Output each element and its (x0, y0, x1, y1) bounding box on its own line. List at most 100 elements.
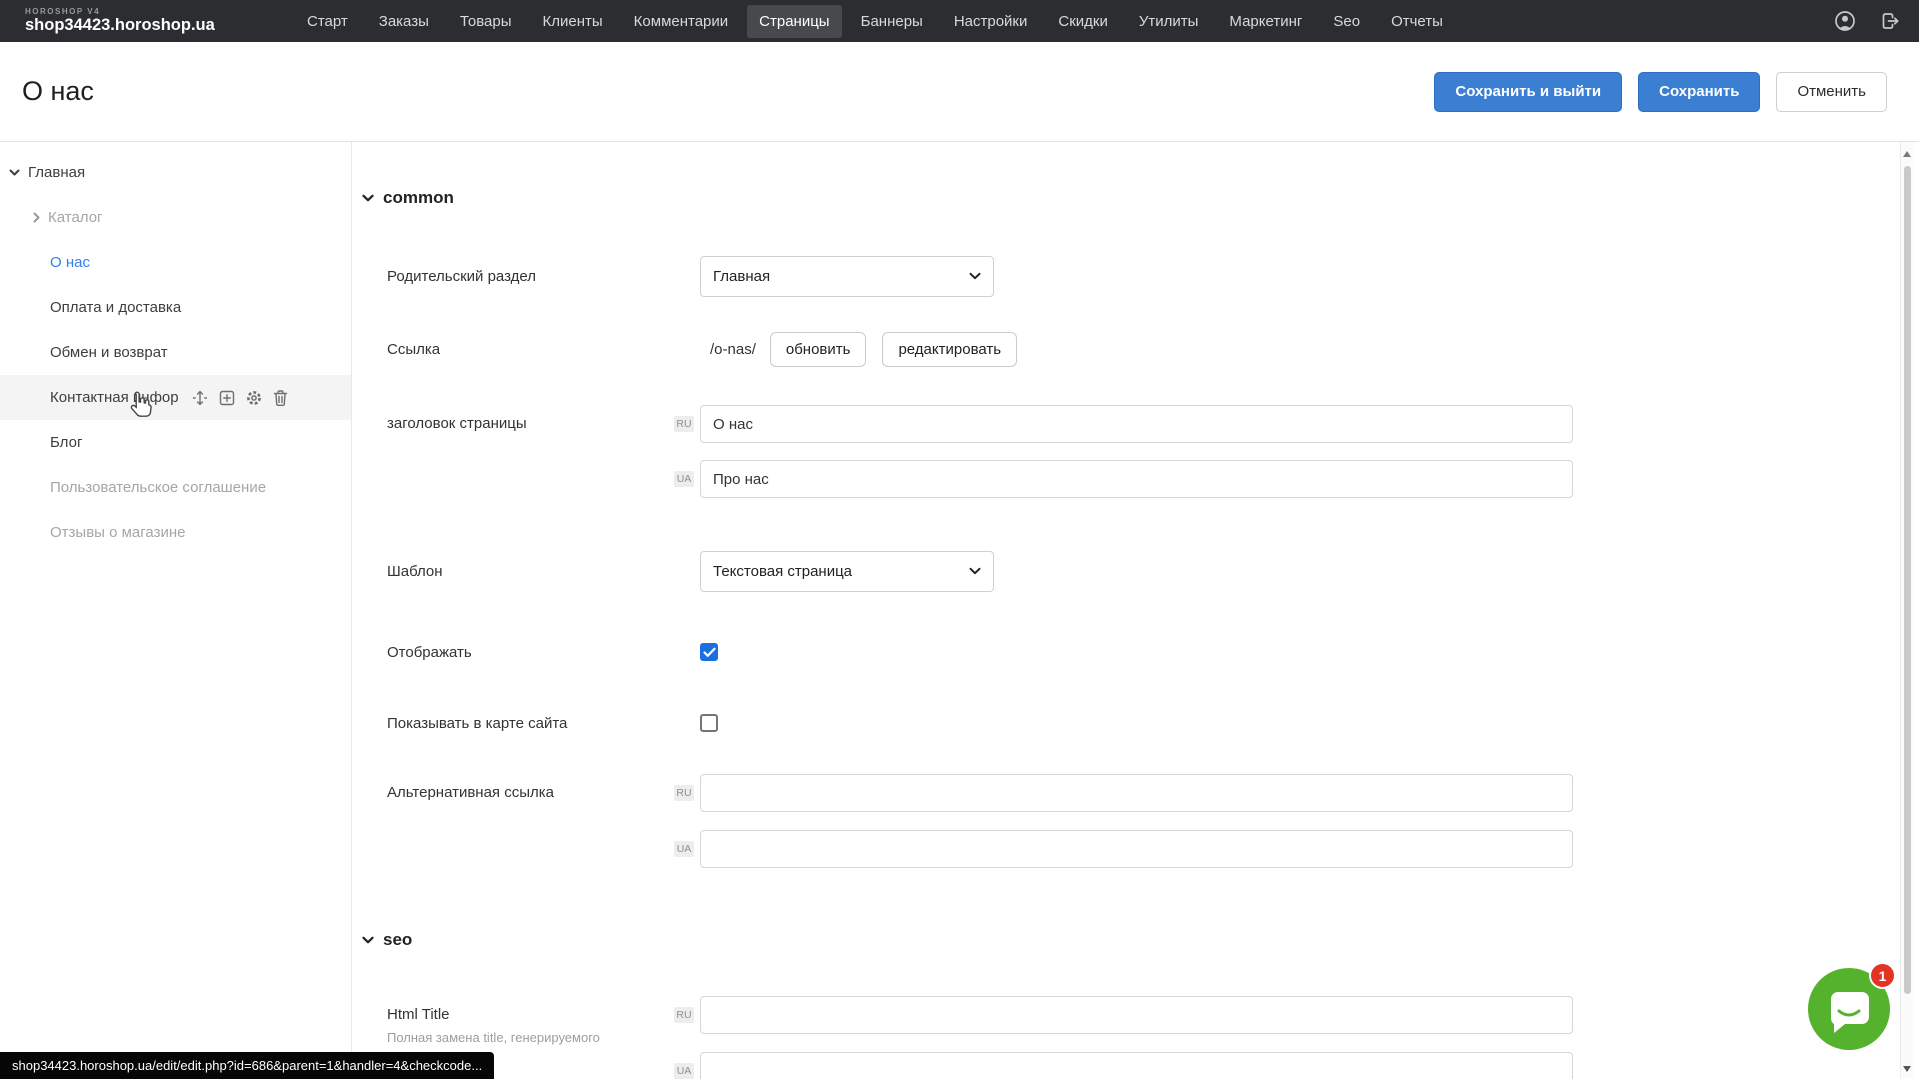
alt-link-label: Альтернативная ссылка (387, 774, 674, 868)
tree-item-actions (191, 389, 289, 407)
scrollbar-thumb[interactable] (1904, 166, 1911, 994)
parent-section-label: Родительский раздел (387, 268, 674, 285)
scroll-up-arrow[interactable] (1903, 151, 1911, 157)
sidebar-item-glavnaya[interactable]: Главная (0, 150, 351, 195)
parent-section-select[interactable]: Главная (700, 256, 994, 297)
sidebar-item-label: Главная (28, 164, 85, 181)
horoshop-admin-page: HOROSHOP V4 shop34423.horoshop.ua Старт … (0, 0, 1919, 1079)
sidebar-item-katalog[interactable]: Каталог (0, 195, 351, 240)
menu-item-pages[interactable]: Страницы (747, 5, 841, 38)
html-title-ru-input[interactable] (700, 996, 1573, 1034)
display-checkbox[interactable] (700, 643, 718, 661)
lang-tag-ru: RU (674, 1007, 694, 1024)
alt-link-ua-input[interactable] (700, 830, 1573, 868)
sidebar-item-label: Каталог (48, 209, 103, 226)
menu-item-settings[interactable]: Настройки (942, 5, 1040, 38)
menu-item-products[interactable]: Товары (448, 5, 524, 38)
page-edit-form: common Родительский раздел Главная Ссылк… (352, 142, 1900, 1079)
shop-domain-label: shop34423.horoshop.ua (25, 17, 275, 34)
select-value: Текстовая страница (713, 563, 969, 580)
chat-widget-button[interactable]: 1 (1808, 968, 1890, 1050)
section-header-common[interactable]: common (352, 188, 1900, 208)
sidebar-item-otzyvy-o-magazine[interactable]: Отзывы о магазине (0, 510, 351, 555)
menu-item-reports[interactable]: Отчеты (1379, 5, 1455, 38)
page-header: О нас Сохранить и выйти Сохранить Отмени… (0, 42, 1919, 142)
account-icon[interactable] (1834, 10, 1856, 32)
sidebar-item-label: Обмен и возврат (50, 344, 168, 361)
lang-tag-ru: RU (674, 785, 694, 802)
menu-item-banners[interactable]: Баннеры (849, 5, 935, 38)
vertical-scrollbar[interactable] (1900, 142, 1913, 1079)
page-title-ru-input[interactable] (700, 405, 1573, 443)
chevron-down-icon (362, 194, 374, 202)
sidebar-item-o-nas[interactable]: О нас (0, 240, 351, 285)
chevron-right-icon[interactable] (33, 212, 40, 223)
header-actions: Сохранить и выйти Сохранить Отменить (1434, 72, 1887, 112)
lang-tag-ua: UA (674, 1063, 694, 1079)
chevron-down-icon[interactable] (9, 169, 20, 176)
save-button[interactable]: Сохранить (1638, 72, 1760, 112)
sitemap-label: Показывать в карте сайта (387, 715, 674, 732)
top-navigation-bar: HOROSHOP V4 shop34423.horoshop.ua Старт … (0, 0, 1919, 42)
template-label: Шаблон (387, 563, 674, 580)
menu-item-seo[interactable]: Seo (1321, 5, 1372, 38)
sidebar-item-oplata-i-dostavka[interactable]: Оплата и доставка (0, 285, 351, 330)
pages-tree: Главная Каталог О нас Оплата и доставка … (0, 142, 351, 555)
html-title-ua-input[interactable] (700, 1052, 1573, 1079)
page-title: О нас (22, 76, 94, 107)
menu-item-start[interactable]: Старт (295, 5, 360, 38)
link-edit-button[interactable]: редактировать (882, 332, 1017, 367)
delete-trash-icon[interactable] (272, 389, 289, 407)
menu-item-clients[interactable]: Клиенты (531, 5, 615, 38)
topbar-right-icons (1834, 10, 1901, 32)
brand-logo[interactable]: HOROSHOP V4 shop34423.horoshop.ua (25, 8, 275, 34)
link-label: Ссылка (387, 341, 674, 358)
sidebar-item-label: Пользовательское соглашение (50, 479, 266, 496)
lang-tag-ua: UA (674, 841, 694, 858)
lang-tag-ua: UA (674, 471, 694, 488)
link-refresh-button[interactable]: обновить (770, 332, 867, 367)
sitemap-checkbox[interactable] (700, 714, 718, 732)
settings-gear-icon[interactable] (245, 389, 263, 407)
sidebar-item-polzovatelskoe-soglashenie[interactable]: Пользовательское соглашение (0, 465, 351, 510)
chat-unread-badge: 1 (1869, 962, 1896, 989)
section-title: common (383, 188, 454, 208)
lang-tag-ru: RU (674, 416, 694, 433)
page-title-ua-input[interactable] (700, 460, 1573, 498)
menu-item-orders[interactable]: Заказы (367, 5, 441, 38)
sidebar-item-label: Оплата и доставка (50, 299, 181, 316)
menu-item-discounts[interactable]: Скидки (1046, 5, 1119, 38)
display-label: Отображать (387, 644, 674, 661)
template-select[interactable]: Текстовая страница (700, 551, 994, 592)
select-value: Главная (713, 268, 969, 285)
sidebar-item-kontaktnaya-informatsiya[interactable]: Контактная инфор (0, 375, 351, 420)
sidebar-item-obmen-i-vozvrat[interactable]: Обмен и возврат (0, 330, 351, 375)
menu-item-comments[interactable]: Комментарии (622, 5, 740, 38)
sidebar-item-label: Контактная инфор (50, 389, 179, 406)
move-icon[interactable] (191, 389, 209, 407)
section-header-seo[interactable]: seo (352, 930, 1900, 950)
sidebar-item-label: Отзывы о магазине (50, 524, 185, 541)
sidebar-item-blog[interactable]: Блог (0, 420, 351, 465)
main-menu: Старт Заказы Товары Клиенты Комментарии … (295, 5, 1455, 38)
page-title-field-label: заголовок страницы (387, 405, 674, 498)
link-value: /o-nas/ (710, 341, 756, 358)
html-title-label: Html Title (387, 1006, 674, 1023)
chevron-down-icon (362, 936, 374, 944)
save-and-exit-button[interactable]: Сохранить и выйти (1434, 72, 1622, 112)
menu-item-utilities[interactable]: Утилиты (1127, 5, 1211, 38)
chevron-down-icon (969, 272, 981, 280)
scroll-down-arrow[interactable] (1903, 1066, 1911, 1072)
html-title-hint: Полная замена title, генерируемого (387, 1030, 687, 1046)
logout-icon[interactable] (1880, 11, 1901, 31)
menu-item-marketing[interactable]: Маркетинг (1217, 5, 1314, 38)
sidebar-item-label: О нас (50, 254, 90, 271)
browser-status-url: shop34423.horoshop.ua/edit/edit.php?id=6… (0, 1052, 494, 1079)
sidebar-item-label: Блог (50, 434, 82, 451)
pages-tree-sidebar: Главная Каталог О нас Оплата и доставка … (0, 142, 352, 1079)
chevron-down-icon (969, 567, 981, 575)
section-title: seo (383, 930, 412, 950)
add-page-icon[interactable] (218, 389, 236, 407)
alt-link-ru-input[interactable] (700, 774, 1573, 812)
cancel-button[interactable]: Отменить (1776, 72, 1887, 112)
